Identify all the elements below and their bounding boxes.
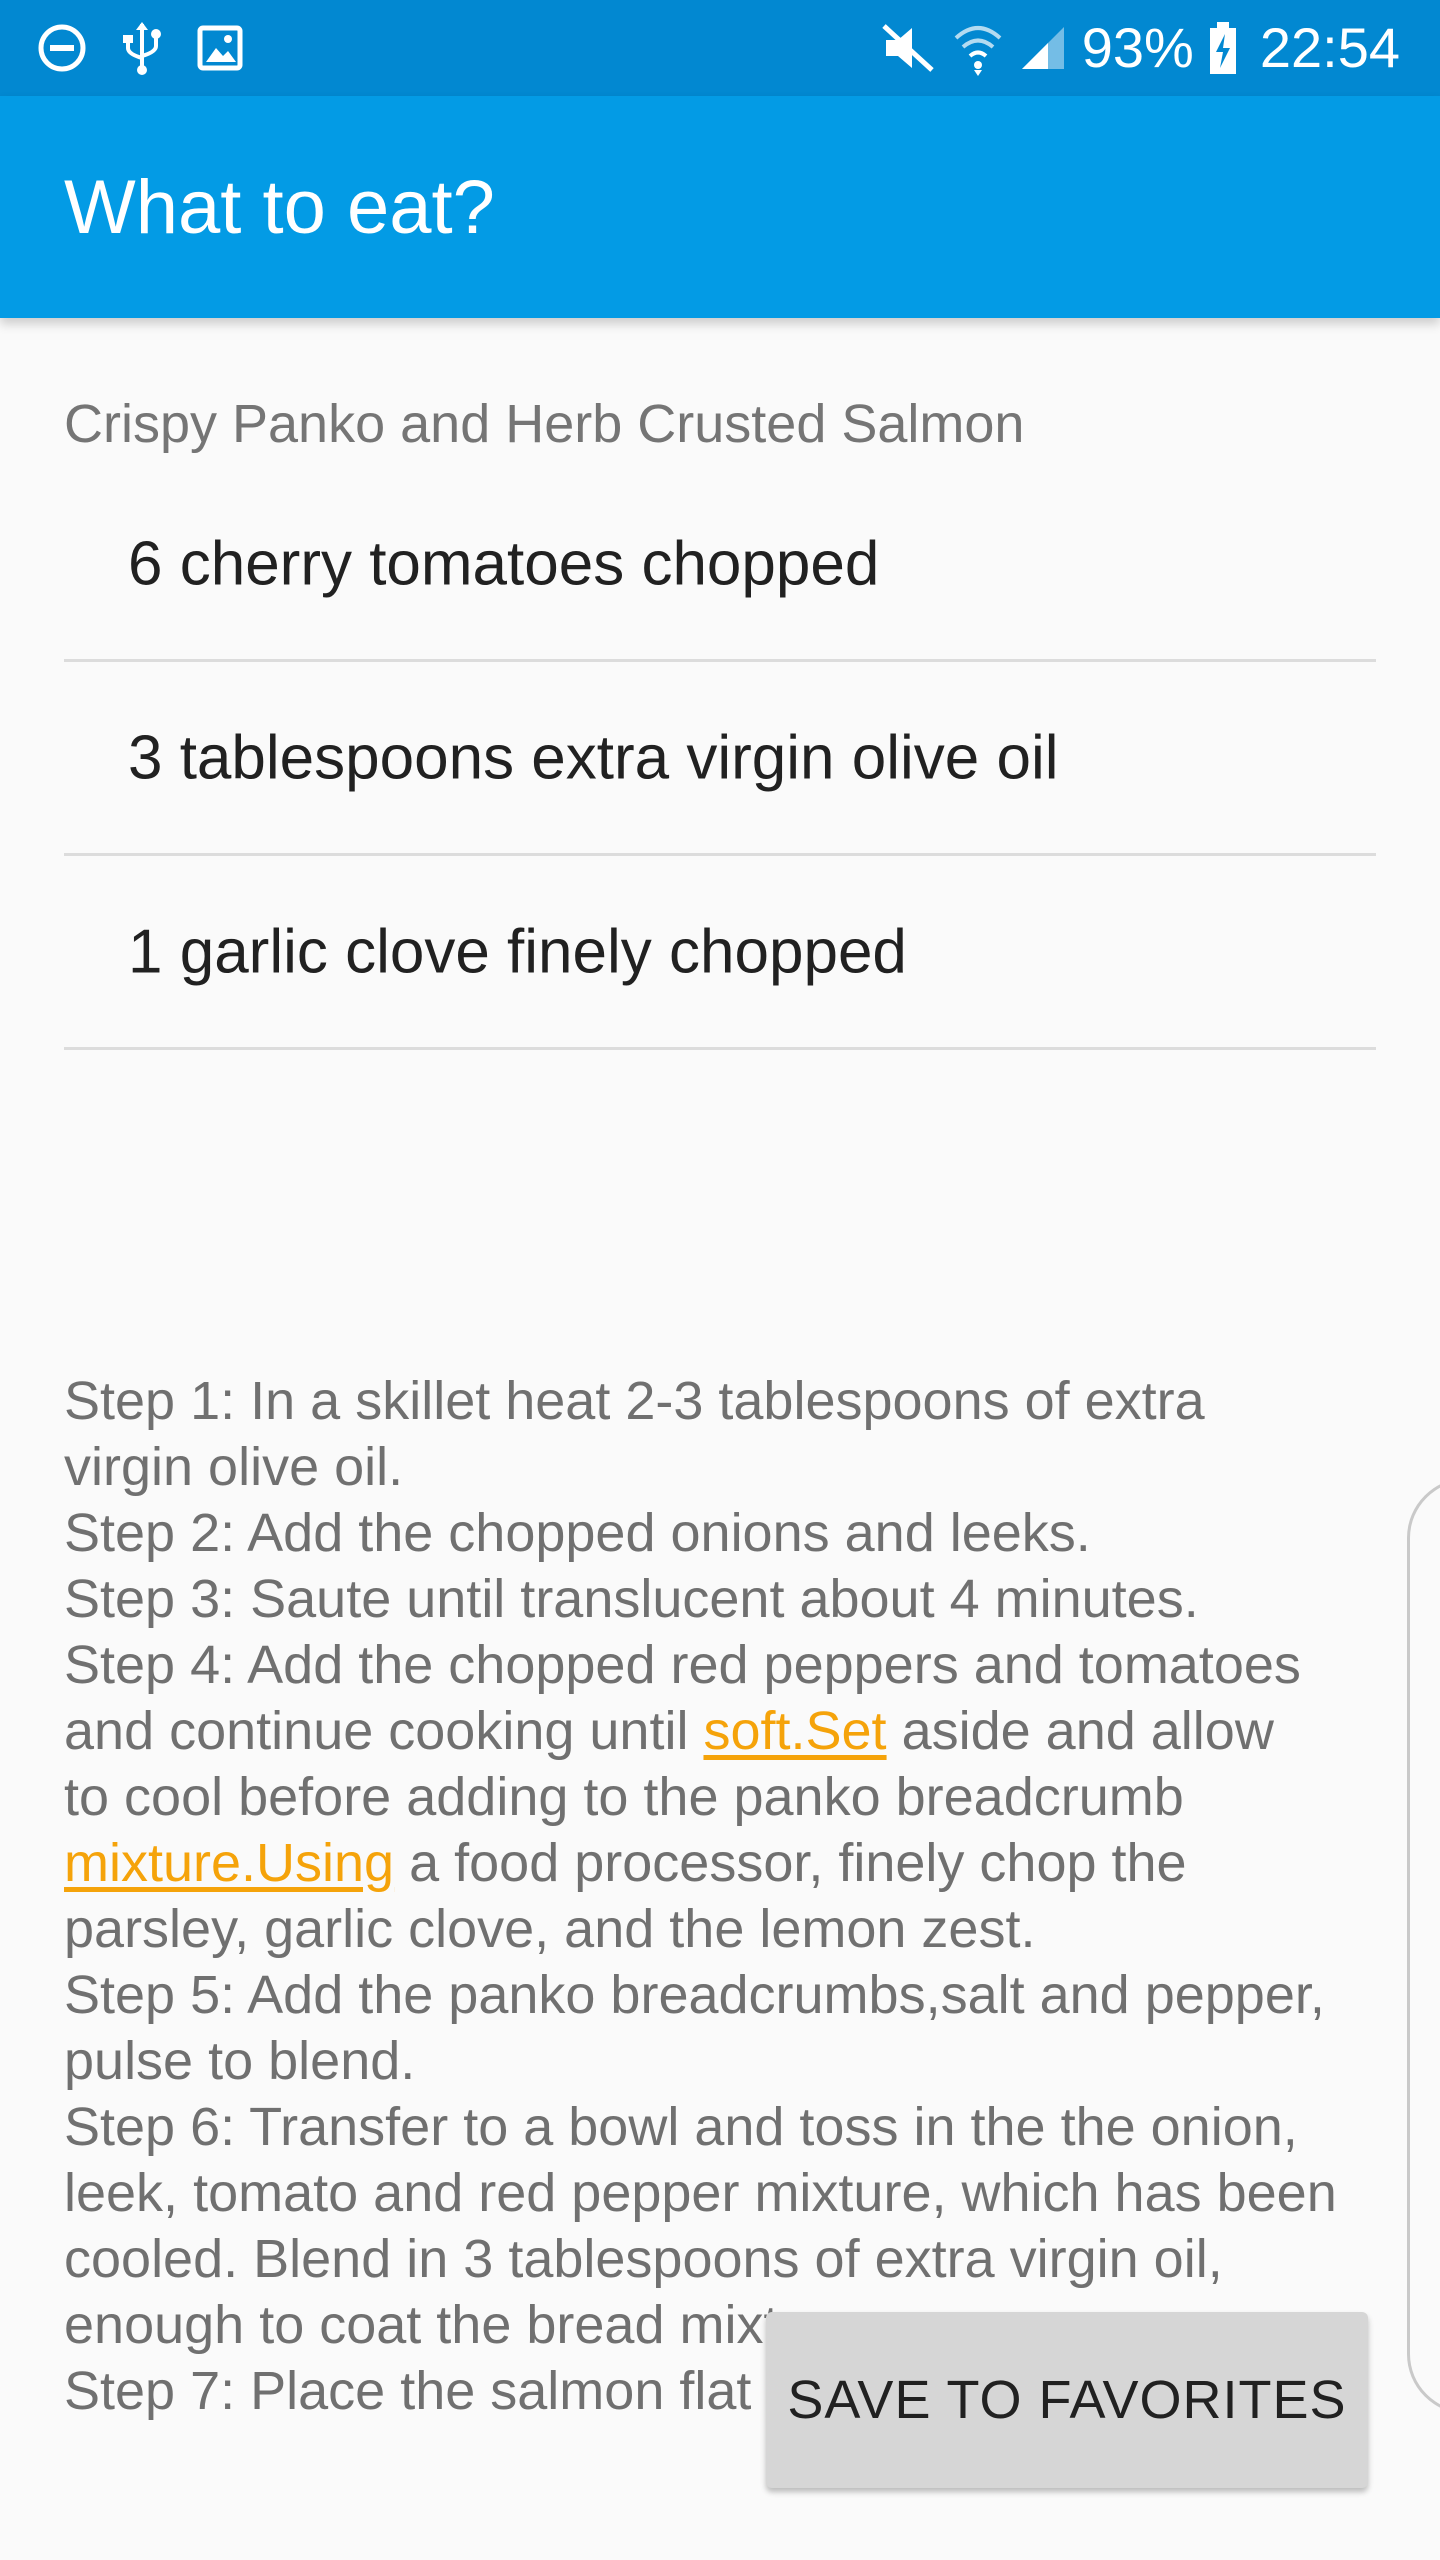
list-item[interactable]: 6 cherry tomatoes chopped — [64, 468, 1376, 662]
step-line: Step 2: Add the chopped onions and leeks… — [64, 1503, 1091, 1563]
step-line-with-link: mixture.Using a food processor, finely c… — [64, 1830, 1404, 1896]
list-item[interactable]: 1 garlic clove finely chopped — [64, 856, 1376, 1050]
recipe-steps: Step 1: In a skillet heat 2-3 tablespoon… — [64, 1368, 1404, 2424]
status-left-icons — [36, 20, 244, 76]
step-line: Step 4: Add the chopped red peppers and … — [64, 1635, 1301, 1695]
wifi-icon — [954, 26, 1002, 76]
clock: 22:54 — [1259, 16, 1400, 79]
ingredient-list[interactable]: 6 cherry tomatoes chopped 3 tablespoons … — [64, 468, 1376, 1050]
step-line: Step 6: Transfer to a bowl and toss in t… — [64, 2097, 1298, 2157]
image-icon — [197, 25, 243, 71]
step-line: cooled. Blend in 3 tablespoons of extra … — [64, 2229, 1223, 2289]
save-to-favorites-button[interactable]: SAVE TO FAVORITES — [766, 2312, 1368, 2488]
usb-icon — [123, 22, 161, 75]
step-line: Step 3: Saute until translucent about 4 … — [64, 1569, 1199, 1629]
step-line: parsley, garlic clove, and the lemon zes… — [64, 1899, 1036, 1959]
battery-charging-icon — [1209, 22, 1236, 74]
step-line: to cool before adding to the panko bread… — [64, 1767, 1184, 1827]
ingredient-label: 6 cherry tomatoes chopped — [128, 529, 880, 598]
step-text: aside and allow — [886, 1701, 1274, 1761]
mixture-using-link[interactable]: mixture.Using — [64, 1833, 394, 1893]
soft-set-link[interactable]: soft.Set — [703, 1701, 886, 1761]
mute-icon — [882, 24, 934, 72]
ingredient-label: 1 garlic clove finely chopped — [128, 917, 907, 986]
signal-icon — [1021, 27, 1064, 69]
step-text: a food processor, finely chop the — [394, 1833, 1187, 1893]
step-line: Step 1: In a skillet heat 2-3 tablespoon… — [64, 1371, 1205, 1431]
app-bar: What to eat? — [0, 96, 1440, 318]
step-line: pulse to blend. — [64, 2031, 416, 2091]
app-title: What to eat? — [64, 165, 495, 250]
recipe-screen: 93% 22:54 What to eat? Crispy Panko and … — [0, 0, 1440, 2560]
list-item[interactable]: 3 tablespoons extra virgin olive oil — [64, 662, 1376, 856]
scroll-edge-glow — [1407, 1478, 1440, 2414]
ingredient-label: 3 tablespoons extra virgin olive oil — [128, 723, 1059, 792]
battery-percent: 93% — [1081, 16, 1194, 79]
do-not-disturb-icon — [38, 24, 86, 72]
status-bar: 93% 22:54 — [0, 0, 1440, 96]
status-right-icons: 93% 22:54 — [880, 18, 1400, 78]
step-line-with-link: and continue cooking until soft.Set asid… — [64, 1698, 1404, 1764]
step-text: and continue cooking until — [64, 1701, 704, 1761]
step-line: leek, tomato and red pepper mixture, whi… — [64, 2163, 1337, 2223]
step-line: virgin olive oil. — [64, 1437, 404, 1497]
recipe-content[interactable]: Crispy Panko and Herb Crusted Salmon 6 c… — [0, 318, 1440, 2560]
step-line: Step 5: Add the panko breadcrumbs,salt a… — [64, 1965, 1325, 2025]
recipe-title: Crispy Panko and Herb Crusted Salmon — [64, 394, 1025, 454]
